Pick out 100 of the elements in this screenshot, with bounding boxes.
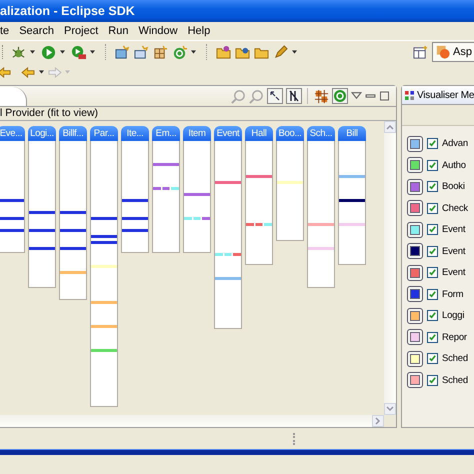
lane-header[interactable]: Bill (338, 126, 366, 141)
checkbox[interactable] (427, 181, 438, 192)
grid-icon[interactable] (314, 88, 329, 104)
legend-label: Booki (442, 181, 465, 192)
event-marker (91, 241, 117, 244)
event-marker (29, 229, 55, 232)
event-marker (184, 193, 210, 196)
lane-header[interactable]: Event (214, 126, 242, 141)
refresh-button[interactable] (332, 88, 348, 104)
maximize-icon[interactable] (379, 91, 390, 101)
event-marker (153, 163, 179, 166)
event-marker (122, 229, 148, 232)
color-button[interactable] (407, 264, 423, 281)
event-marker (91, 235, 117, 238)
checkbox[interactable] (427, 310, 438, 322)
legend-label: Autho (442, 160, 466, 171)
checkbox[interactable] (427, 138, 438, 150)
menu-item[interactable]: Help (182, 25, 216, 37)
checkbox[interactable] (427, 353, 438, 364)
color-button[interactable] (407, 372, 423, 388)
new-project-icon[interactable] (115, 44, 130, 60)
event-marker (91, 349, 117, 352)
dropdown-arrow-icon[interactable] (292, 50, 297, 54)
color-button[interactable] (407, 350, 423, 367)
filter-button[interactable] (286, 88, 302, 104)
color-button[interactable] (407, 329, 423, 346)
event-marker (246, 175, 272, 178)
checkbox[interactable] (427, 246, 438, 257)
color-button[interactable] (407, 200, 423, 216)
event-marker (122, 199, 148, 202)
view-subtitle: l Provider (fit to view) (0, 107, 98, 119)
color-button[interactable] (407, 136, 423, 152)
lane-header[interactable]: Eve... (0, 126, 25, 141)
menu-item[interactable]: Search (14, 25, 60, 37)
lane-header[interactable]: Billf... (59, 126, 87, 141)
lane-header[interactable]: Par... (90, 126, 118, 141)
lane-header[interactable]: Em... (152, 126, 180, 141)
menu-item[interactable]: te (0, 25, 14, 37)
new-package-icon[interactable] (134, 44, 149, 60)
legend-label: Sched (442, 374, 468, 386)
status-bar-grip (293, 432, 297, 444)
run-tool-icon[interactable] (71, 44, 86, 60)
lane-header[interactable]: Item (183, 126, 211, 141)
menu-item[interactable]: Project (59, 25, 104, 37)
event-marker (308, 247, 334, 250)
dropdown-arrow-icon[interactable] (60, 50, 65, 54)
back-arrow-icon[interactable] (21, 66, 36, 78)
legend-label: Loggi (442, 310, 464, 322)
color-button[interactable] (407, 178, 423, 195)
checkbox[interactable] (427, 267, 438, 278)
checkbox[interactable] (427, 224, 438, 236)
color-button[interactable] (407, 222, 423, 238)
lane-header[interactable]: Hall (245, 126, 273, 141)
view-menu-icon[interactable] (351, 91, 362, 101)
event-marker (308, 223, 334, 226)
legend-label: Repor (442, 332, 467, 343)
event-marker (339, 199, 365, 202)
checkbox[interactable] (427, 374, 438, 386)
dropdown-arrow-icon (65, 70, 70, 74)
event-marker (0, 199, 24, 202)
event-marker (339, 223, 365, 226)
event-marker (246, 223, 272, 226)
run-icon[interactable] (41, 44, 56, 60)
new-class-icon[interactable] (153, 44, 168, 60)
zoom-out-icon (249, 88, 264, 104)
dropdown-arrow-icon[interactable] (191, 50, 196, 54)
checkbox[interactable] (427, 202, 438, 214)
color-button[interactable] (407, 243, 423, 260)
color-button[interactable] (407, 308, 423, 324)
event-marker (215, 277, 241, 280)
folder-icon[interactable] (216, 44, 231, 60)
event-marker (29, 247, 55, 250)
lane-header[interactable]: Sch... (307, 126, 335, 141)
fit-view-button[interactable] (267, 88, 283, 104)
menu-item[interactable]: Window (133, 25, 183, 37)
bug-icon[interactable] (11, 44, 26, 60)
dropdown-arrow-icon[interactable] (39, 70, 44, 74)
lane-header[interactable]: Ite... (121, 126, 149, 141)
event-marker (60, 247, 86, 250)
lane-header[interactable]: Logi... (28, 126, 56, 141)
event-marker (29, 211, 55, 214)
perspective-button[interactable]: Asp (432, 42, 474, 62)
checkbox[interactable] (427, 160, 438, 171)
left-arrow-icon[interactable] (0, 66, 13, 78)
open-perspective-icon[interactable] (413, 44, 428, 60)
legend-label: Event (442, 267, 466, 278)
legend-label: Form (442, 288, 464, 300)
checkbox[interactable] (427, 332, 438, 343)
pencil-icon[interactable] (273, 44, 288, 60)
dropdown-arrow-icon[interactable] (90, 50, 95, 54)
color-button[interactable] (407, 286, 423, 302)
checkbox[interactable] (427, 288, 438, 300)
horizontal-scrollbar[interactable] (0, 415, 384, 427)
dropdown-arrow-icon[interactable] (30, 50, 35, 54)
color-button[interactable] (407, 157, 423, 174)
lane-header[interactable]: Boo... (276, 126, 304, 141)
event-marker (60, 271, 86, 274)
event-marker (184, 217, 210, 220)
legend-label: Event (442, 224, 466, 236)
menu-item[interactable]: Run (103, 25, 134, 37)
